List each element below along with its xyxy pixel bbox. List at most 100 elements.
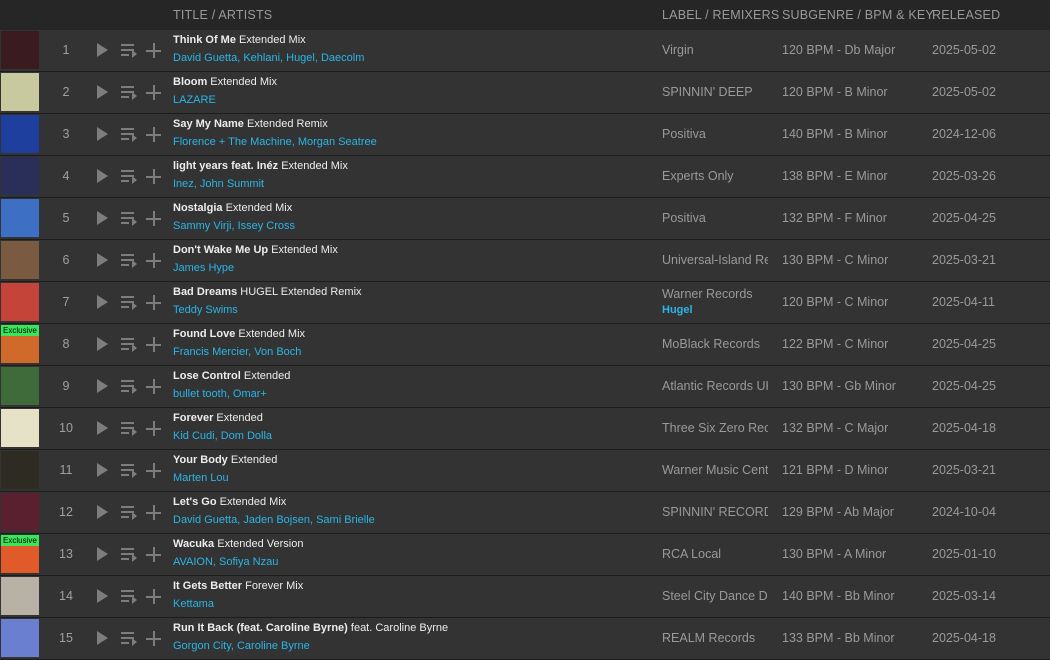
track-row[interactable]: 1 Think Of Me Extended Mix David Guetta, K… xyxy=(0,30,1050,72)
add-to-playlist-icon[interactable] xyxy=(146,211,161,226)
genre-column-header[interactable]: SUBGENRE / BPM & KEY xyxy=(782,8,934,22)
track-title[interactable]: Bad Dreams HUGEL Extended Remix xyxy=(173,286,362,298)
track-remixer[interactable]: Hugel xyxy=(662,304,693,316)
album-art[interactable] xyxy=(1,619,39,657)
track-artists[interactable]: Teddy Swims xyxy=(173,304,238,316)
track-label[interactable]: SPINNIN' DEEP xyxy=(662,85,768,99)
play-icon[interactable] xyxy=(97,211,108,225)
play-icon[interactable] xyxy=(97,253,108,267)
track-artists[interactable]: Inez, John Summit xyxy=(173,178,264,190)
album-art[interactable] xyxy=(1,409,39,447)
track-title[interactable]: Your Body Extended xyxy=(173,454,277,466)
track-label[interactable]: Warner Records xyxy=(662,287,768,301)
track-artists[interactable]: Kettama xyxy=(173,598,214,610)
add-to-queue-icon[interactable] xyxy=(121,127,138,142)
track-label[interactable]: Positiva xyxy=(662,211,768,225)
track-label[interactable]: REALM Records xyxy=(662,631,768,645)
add-to-queue-icon[interactable] xyxy=(121,85,138,100)
add-to-queue-icon[interactable] xyxy=(121,631,138,646)
track-artists[interactable]: Gorgon City, Caroline Byrne xyxy=(173,640,310,652)
add-to-queue-icon[interactable] xyxy=(121,463,138,478)
track-artists[interactable]: David Guetta, Jaden Bojsen, Sami Brielle xyxy=(173,514,375,526)
album-art[interactable] xyxy=(1,115,39,153)
album-art[interactable] xyxy=(1,367,39,405)
album-art[interactable] xyxy=(1,493,39,531)
track-row[interactable]: 6 Don't Wake Me Up Extended Mix James Hype… xyxy=(0,240,1050,282)
play-icon[interactable] xyxy=(97,43,108,57)
add-to-playlist-icon[interactable] xyxy=(146,589,161,604)
track-row[interactable]: Exclusive 13 Wacuka Extended Version AVAION… xyxy=(0,534,1050,576)
add-to-playlist-icon[interactable] xyxy=(146,547,161,562)
add-to-playlist-icon[interactable] xyxy=(146,505,161,520)
add-to-playlist-icon[interactable] xyxy=(146,43,161,58)
add-to-queue-icon[interactable] xyxy=(121,253,138,268)
add-to-queue-icon[interactable] xyxy=(121,169,138,184)
track-name[interactable]: Don't Wake Me Up xyxy=(173,244,268,256)
track-title[interactable]: Lose Control Extended xyxy=(173,370,290,382)
play-icon[interactable] xyxy=(97,631,108,645)
album-art[interactable] xyxy=(1,157,39,195)
track-artists[interactable]: James Hype xyxy=(173,262,234,274)
track-label[interactable]: SPINNIN' RECORDS xyxy=(662,505,768,519)
track-label[interactable]: Steel City Dance Discs xyxy=(662,589,768,603)
album-art[interactable] xyxy=(1,73,39,111)
add-to-playlist-icon[interactable] xyxy=(146,631,161,646)
album-art[interactable] xyxy=(1,283,39,321)
track-row[interactable]: Exclusive 8 Found Love Extended Mix Francis… xyxy=(0,324,1050,366)
track-row[interactable]: 15 Run It Back (feat. Caroline Byrne) fea… xyxy=(0,618,1050,660)
track-title[interactable]: It Gets Better Forever Mix xyxy=(173,580,303,592)
track-label[interactable]: RCA Local xyxy=(662,547,768,561)
track-artists[interactable]: David Guetta, Kehlani, Hugel, Daecolm xyxy=(173,52,364,64)
track-title[interactable]: Run It Back (feat. Caroline Byrne) feat.… xyxy=(173,622,448,634)
add-to-playlist-icon[interactable] xyxy=(146,421,161,436)
track-title[interactable]: Forever Extended xyxy=(173,412,263,424)
track-name[interactable]: light years feat. Inéz xyxy=(173,160,278,172)
track-row[interactable]: 10 Forever Extended Kid Cudi, Dom Dolla Thr… xyxy=(0,408,1050,450)
track-title[interactable]: Don't Wake Me Up Extended Mix xyxy=(173,244,338,256)
add-to-playlist-icon[interactable] xyxy=(146,295,161,310)
track-artists[interactable]: LAZARE xyxy=(173,94,216,106)
track-label[interactable]: Virgin xyxy=(662,43,768,57)
track-label[interactable]: Universal-Island Records xyxy=(662,253,768,267)
track-artists[interactable]: bullet tooth, Omar+ xyxy=(173,388,267,400)
track-row[interactable]: 11 Your Body Extended Marten Lou Warner Mus… xyxy=(0,450,1050,492)
track-artists[interactable]: Francis Mercier, Von Boch xyxy=(173,346,301,358)
album-art[interactable]: Exclusive xyxy=(1,325,39,363)
track-name[interactable]: Bad Dreams xyxy=(173,286,237,298)
track-name[interactable]: Think Of Me xyxy=(173,34,236,46)
add-to-queue-icon[interactable] xyxy=(121,421,138,436)
add-to-playlist-icon[interactable] xyxy=(146,127,161,142)
track-title[interactable]: Wacuka Extended Version xyxy=(173,538,303,550)
title-column-header[interactable]: TITLE / ARTISTS xyxy=(173,8,272,22)
add-to-playlist-icon[interactable] xyxy=(146,253,161,268)
track-name[interactable]: Say My Name xyxy=(173,118,244,130)
play-icon[interactable] xyxy=(97,337,108,351)
add-to-playlist-icon[interactable] xyxy=(146,379,161,394)
play-icon[interactable] xyxy=(97,463,108,477)
track-label[interactable]: MoBlack Records xyxy=(662,337,768,351)
track-name[interactable]: Found Love xyxy=(173,328,235,340)
play-icon[interactable] xyxy=(97,547,108,561)
track-title[interactable]: Nostalgia Extended Mix xyxy=(173,202,292,214)
track-name[interactable]: Bloom xyxy=(173,76,207,88)
track-label[interactable]: Positiva xyxy=(662,127,768,141)
add-to-queue-icon[interactable] xyxy=(121,379,138,394)
add-to-queue-icon[interactable] xyxy=(121,211,138,226)
track-row[interactable]: 14 It Gets Better Forever Mix Kettama Steel… xyxy=(0,576,1050,618)
track-title[interactable]: light years feat. Inéz Extended Mix xyxy=(173,160,348,172)
track-label[interactable]: Atlantic Records UK xyxy=(662,379,768,393)
play-icon[interactable] xyxy=(97,295,108,309)
track-title[interactable]: Found Love Extended Mix xyxy=(173,328,305,340)
track-label[interactable]: Warner Music Central Europe xyxy=(662,463,768,477)
track-artists[interactable]: Sammy Virji, Issey Cross xyxy=(173,220,295,232)
album-art[interactable] xyxy=(1,31,39,69)
track-artists[interactable]: Florence + The Machine, Morgan Seatree xyxy=(173,136,377,148)
play-icon[interactable] xyxy=(97,85,108,99)
play-icon[interactable] xyxy=(97,169,108,183)
album-art[interactable] xyxy=(1,241,39,279)
track-row[interactable]: 2 Bloom Extended Mix LAZARE SPINNIN' DEEP 12… xyxy=(0,72,1050,114)
track-name[interactable]: Wacuka xyxy=(173,538,214,550)
track-name[interactable]: Let's Go xyxy=(173,496,217,508)
track-row[interactable]: 12 Let's Go Extended Mix David Guetta, Jad… xyxy=(0,492,1050,534)
album-art[interactable]: Exclusive xyxy=(1,535,39,573)
